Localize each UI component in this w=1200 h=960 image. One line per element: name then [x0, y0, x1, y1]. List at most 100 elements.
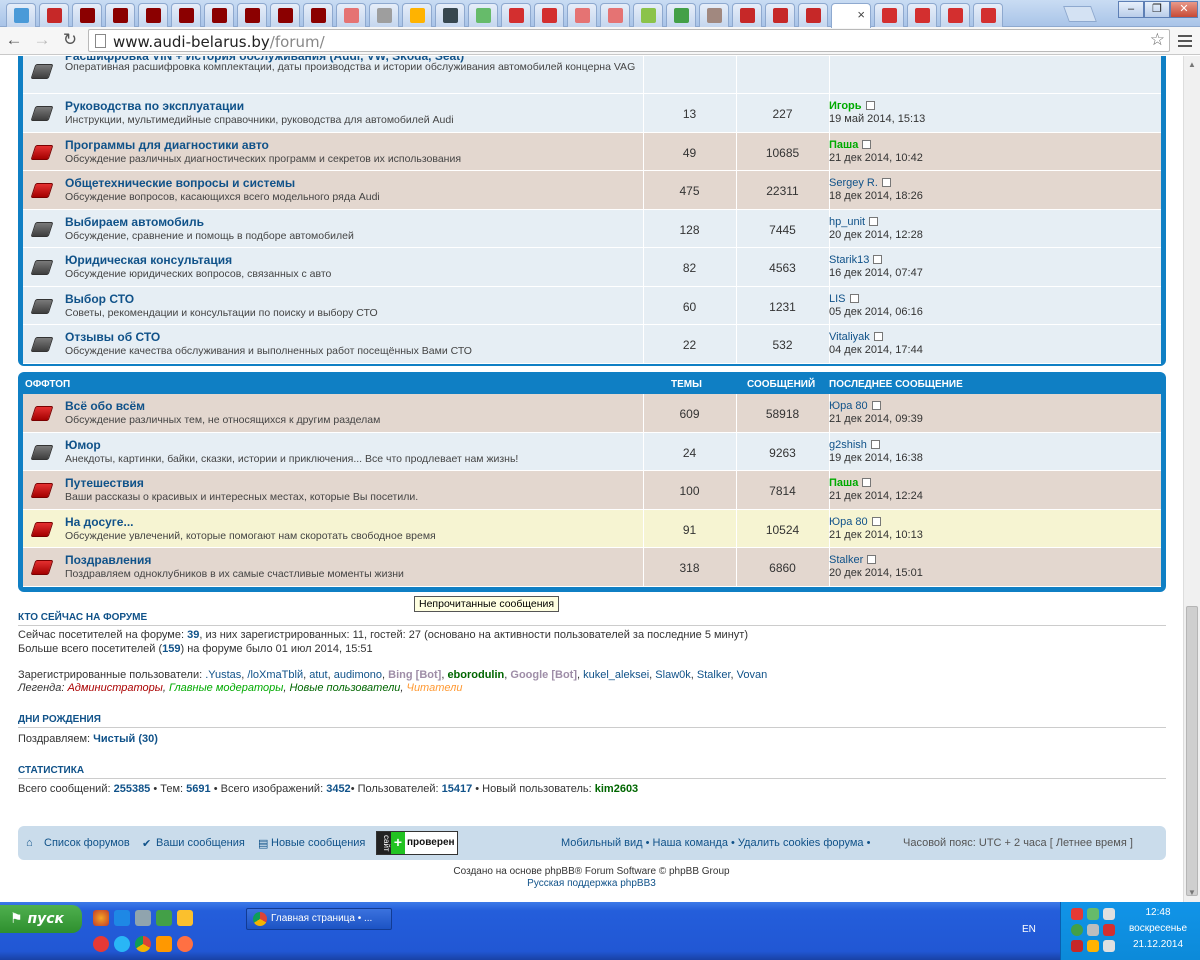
user-link[interactable]: eborodulin [447, 669, 504, 681]
view-latest-post-icon[interactable] [862, 139, 872, 149]
browser-tab[interactable] [600, 3, 630, 27]
forum-row[interactable]: Руководства по эксплуатации Инструкции, м… [23, 94, 1161, 133]
legend-admins[interactable]: Администраторы [67, 682, 162, 694]
forum-title-link[interactable]: Путешествия [65, 476, 144, 490]
forum-title-link[interactable]: На досуге... [65, 515, 133, 529]
scroll-up-icon[interactable]: ▲ [1188, 60, 1196, 69]
browser-tab[interactable] [237, 3, 267, 27]
last-post-user[interactable]: g2shish [829, 439, 867, 451]
browser-tab[interactable]: × [831, 3, 871, 28]
clock[interactable]: 12:48 воскресенье 21.12.2014 [1128, 907, 1188, 951]
browser-tab[interactable] [874, 3, 904, 27]
browser-tab[interactable] [973, 3, 1003, 27]
last-post-user[interactable]: Starik13 [829, 254, 869, 266]
category-name[interactable]: ОФФТОП [25, 379, 70, 390]
last-post-user[interactable]: Stalker [829, 554, 863, 566]
view-latest-post-icon[interactable] [873, 255, 883, 264]
bookmark-star-icon[interactable]: ☆ [1150, 30, 1165, 50]
browser-tab[interactable] [501, 3, 531, 27]
browser-tab[interactable] [798, 3, 828, 27]
chrome-menu-icon[interactable] [1176, 32, 1194, 50]
forum-row[interactable]: Выбор СТО Советы, рекомендации и консульт… [23, 286, 1161, 325]
user-link[interactable]: Stalker [697, 669, 731, 681]
forum-title-link[interactable]: Общетехнические вопросы и системы [65, 176, 295, 190]
browser-tab[interactable] [72, 3, 102, 27]
browser-tab[interactable] [39, 3, 69, 27]
firefox-icon[interactable] [177, 936, 193, 952]
view-latest-post-icon[interactable] [865, 101, 875, 110]
reload-icon[interactable]: ↻ [60, 30, 80, 50]
forum-index-link[interactable]: Список форумов [44, 837, 130, 849]
forum-row[interactable]: Юридическая консультация Обсуждение юриди… [23, 248, 1161, 287]
site-verified-badge[interactable]: сайт + проверен [376, 831, 458, 855]
tray-icon[interactable] [1071, 940, 1083, 952]
new-tab-button[interactable] [1063, 6, 1097, 22]
forum-row[interactable]: Выбираем автомобиль Обсуждение, сравнение… [23, 209, 1161, 248]
last-post-user[interactable]: Паша [829, 139, 858, 151]
scroll-down-icon[interactable]: ▼ [1188, 888, 1196, 897]
last-post-user[interactable]: hp_unit [829, 216, 865, 228]
user-link[interactable]: .Yustas [205, 669, 241, 681]
forum-title-link[interactable]: Выбираем автомобиль [65, 215, 204, 229]
forum-title-link[interactable]: Руководства по эксплуатации [65, 99, 244, 113]
view-latest-post-icon[interactable] [849, 293, 859, 303]
legend-new-users[interactable]: Новые пользователи [289, 682, 400, 694]
forum-row[interactable]: Программы для диагностики авто Обсуждение… [23, 132, 1161, 171]
user-link[interactable]: Vovan [737, 669, 768, 681]
browser-tab[interactable] [303, 3, 333, 27]
user-link[interactable]: audimono [334, 669, 382, 681]
maximize-button[interactable]: ❐ [1144, 1, 1170, 18]
opera-red-icon[interactable] [93, 936, 109, 952]
browser-tab[interactable] [940, 3, 970, 27]
forum-title-link[interactable]: Поздравления [65, 553, 151, 567]
volume-icon[interactable] [1103, 908, 1115, 920]
browser-tab[interactable] [534, 3, 564, 27]
address-bar[interactable]: www.audi-belarus.by/forum/ ☆ [88, 29, 1170, 52]
scrollbar-thumb[interactable] [1186, 606, 1198, 896]
odnoklassniki-icon[interactable] [156, 936, 172, 952]
your-posts-link[interactable]: Ваши сообщения [156, 837, 245, 849]
view-latest-post-icon[interactable] [881, 178, 891, 187]
forum-row[interactable]: На досуге... Обсуждение увлечений, которы… [23, 509, 1161, 548]
browser-tab[interactable] [765, 3, 795, 27]
network-icon[interactable] [1087, 924, 1099, 936]
forum-row[interactable]: Поздравления Поздравляем одноклубников в … [23, 548, 1161, 587]
ie-icon[interactable] [114, 910, 130, 926]
new-posts-link[interactable]: Новые сообщения [271, 837, 365, 849]
forum-row[interactable]: Отзывы об СТО Обсуждение качества обслужи… [23, 325, 1161, 364]
browser-tab[interactable] [402, 3, 432, 27]
browser-tab[interactable] [907, 3, 937, 27]
browser-tab[interactable] [171, 3, 201, 27]
browser-tab[interactable] [435, 3, 465, 27]
last-post-user[interactable]: Vitaliyak [829, 331, 870, 343]
view-latest-post-icon[interactable] [871, 516, 881, 526]
footer-line-2[interactable]: Русская поддержка phpBB3 [0, 878, 1183, 890]
close-window-button[interactable]: ✕ [1170, 1, 1198, 18]
forum-title-link[interactable]: Программы для диагностики авто [65, 138, 269, 152]
tray-icon[interactable] [1087, 908, 1099, 920]
chrome-icon[interactable] [135, 936, 151, 952]
antivirus-icon[interactable] [1103, 924, 1115, 936]
minimize-button[interactable]: – [1118, 1, 1144, 18]
language-indicator[interactable]: EN [1022, 924, 1036, 935]
browser-tab[interactable] [567, 3, 597, 27]
skype-icon[interactable] [114, 936, 130, 952]
browser-tab[interactable] [468, 3, 498, 27]
view-latest-post-icon[interactable] [862, 478, 872, 487]
browser-tab[interactable] [336, 3, 366, 27]
birthday-user[interactable]: Чистый (30) [93, 733, 158, 745]
forum-title-link[interactable]: Выбор СТО [65, 292, 134, 306]
start-button[interactable]: ⚑ пуск [0, 905, 82, 933]
browser-tab[interactable] [6, 3, 36, 27]
forum-title-link[interactable]: Юмор [65, 438, 101, 452]
browser-tab[interactable] [105, 3, 135, 27]
close-tab-icon[interactable]: × [857, 7, 865, 22]
tray-icon[interactable] [1071, 908, 1083, 920]
forum-row[interactable]: Расшифровка VIN + История обслуживания (… [23, 56, 1161, 94]
browser-tab[interactable] [633, 3, 663, 27]
speaker-icon[interactable] [1103, 940, 1115, 952]
forum-row[interactable]: Путешествия Ваши рассказы о красивых и ин… [23, 471, 1161, 510]
browser-tab[interactable] [732, 3, 762, 27]
forum-title-link[interactable]: Отзывы об СТО [65, 330, 160, 344]
taskbar-chrome-window[interactable]: Главная страница • ... [246, 908, 392, 930]
